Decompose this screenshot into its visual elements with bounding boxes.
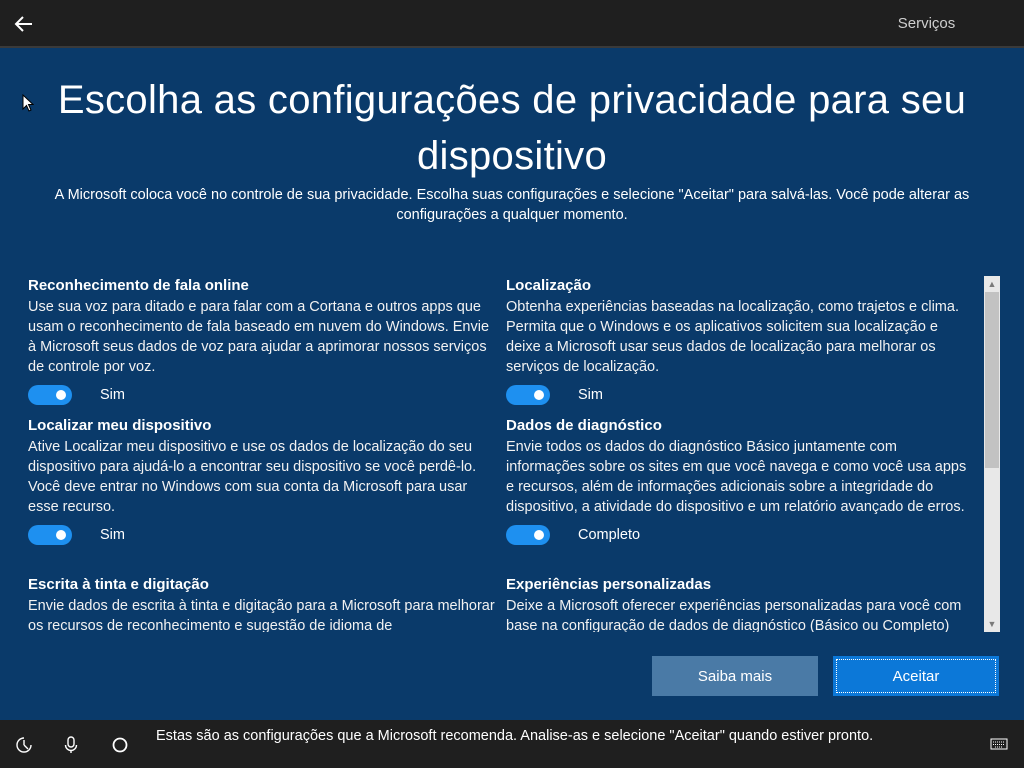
settings-scrollbar[interactable]: ▲ ▼ — [984, 276, 1000, 632]
tab-services[interactable]: Serviços — [829, 0, 1024, 48]
setting-title: Reconhecimento de fala online — [28, 277, 249, 294]
setting-title: Experiências personalizadas — [506, 576, 712, 593]
setting-description: Envie todos os dados do diagnóstico Bási… — [506, 439, 967, 515]
setting-description: Ative Localizar meu dispositivo e use os… — [28, 439, 477, 515]
toggle-state-label: Completo — [578, 527, 641, 543]
top-bar: Serviços — [0, 0, 1024, 48]
toggle-state-label: Sim — [100, 387, 125, 403]
page-subtitle: A Microsoft coloca você no controle de s… — [54, 187, 970, 223]
back-arrow-icon[interactable] — [10, 10, 38, 38]
setting-title: Dados de diagnóstico — [506, 417, 662, 434]
accessibility-icon[interactable] — [15, 736, 33, 754]
learn-more-button[interactable]: Saiba mais — [652, 656, 818, 696]
toggle-state-label: Sim — [578, 387, 603, 403]
diagnostic-data-toggle[interactable] — [506, 525, 550, 545]
page-title: Escolha as configurações de privacidade … — [57, 78, 967, 178]
find-my-device-toggle[interactable] — [28, 525, 72, 545]
setting-title: Localizar meu dispositivo — [28, 417, 212, 434]
microphone-icon[interactable] — [62, 736, 80, 754]
accept-button[interactable]: Aceitar — [833, 656, 999, 696]
scrollbar-thumb[interactable] — [985, 292, 999, 468]
privacy-settings-list: Reconhecimento de fala online Use sua vo… — [28, 276, 978, 632]
setting-description: Deixe a Microsoft oferecer experiências … — [506, 598, 962, 632]
speech-recognition-toggle[interactable] — [28, 385, 72, 405]
scroll-up-arrow-icon[interactable]: ▲ — [984, 276, 1000, 292]
setting-location: Localização Obtenha experiências baseada… — [506, 276, 976, 405]
setting-title: Localização — [506, 277, 592, 294]
oobe-taskbar: Estas são as configurações que a Microso… — [0, 720, 1024, 768]
location-toggle[interactable] — [506, 385, 550, 405]
setting-find-my-device: Localizar meu dispositivo Ative Localiza… — [28, 416, 498, 545]
tab-services-label: Serviços — [897, 14, 956, 32]
setting-speech-recognition: Reconhecimento de fala online Use sua vo… — [28, 276, 498, 405]
setting-description: Envie dados de escrita à tinta e digitaç… — [28, 598, 495, 632]
keyboard-icon[interactable] — [990, 737, 1008, 751]
setting-description: Obtenha experiências baseadas na localiz… — [506, 299, 959, 375]
setting-title: Escrita à tinta e digitação — [28, 576, 209, 593]
topbar-divider — [0, 46, 1024, 48]
setting-description: Use sua voz para ditado e para falar com… — [28, 299, 490, 375]
setting-tailored-experiences: Experiências personalizadas Deixe a Micr… — [506, 575, 976, 632]
setting-diagnostic-data: Dados de diagnóstico Envie todos os dado… — [506, 416, 976, 545]
setting-inking-typing: Escrita à tinta e digitação Envie dados … — [28, 575, 498, 632]
scroll-down-arrow-icon[interactable]: ▼ — [984, 616, 1000, 632]
cortana-icon[interactable] — [111, 736, 129, 754]
toggle-state-label: Sim — [100, 527, 125, 543]
taskbar-message: Estas são as configurações que a Microso… — [156, 728, 874, 744]
